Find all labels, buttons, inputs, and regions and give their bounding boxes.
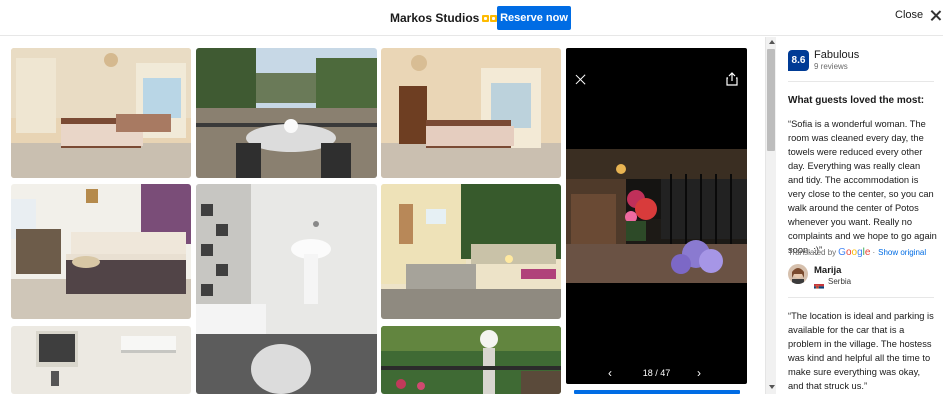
photo-balcony[interactable] [196,48,377,178]
reserve-now-button[interactable]: Reserve now [497,6,571,30]
translated-by-label: Translated by [788,248,837,257]
photo-bedroom-1[interactable] [11,48,191,178]
loved-heading: What guests loved the most: [788,95,925,106]
top-bar: Markos Studios Reserve now Close [0,0,943,36]
photo-entrance[interactable] [381,184,561,319]
review-quote: “Sofia is a wonderful woman. The room wa… [788,119,937,255]
photo-viewer: ‹ 18 / 47 › [566,48,747,384]
divider [788,81,934,82]
photo-bedroom-2[interactable] [381,48,561,178]
score-word: Fabulous [814,49,860,61]
review-panel: 8.6 Fabulous 9 reviews What guests loved… [778,37,943,400]
review-count[interactable]: 9 reviews [814,62,848,71]
score-badge: 8.6 [788,50,809,71]
scroll-thumb[interactable] [767,49,775,151]
photo-counter: 18 / 47 [642,368,671,378]
property-name: Markos Studios [390,11,480,25]
photo-bedroom-3[interactable] [11,184,191,319]
photo-garden[interactable] [381,326,561,394]
next-photo-chevron-icon[interactable]: › [697,366,701,380]
star-icon [482,14,490,22]
photo-bathroom[interactable] [196,184,377,394]
close-label: Close [895,9,924,21]
viewer-main-photo [566,149,747,283]
previous-photo-chevron-icon[interactable]: ‹ [608,366,612,380]
close-viewer-icon[interactable] [576,75,586,85]
reviewer-name: Marija [814,265,842,276]
scroll-up-arrow-icon[interactable] [769,40,775,44]
show-original-link[interactable]: Show original [878,248,926,257]
reviewer-country: Serbia [828,277,852,286]
divider [788,297,934,298]
reviewer-avatar [788,264,808,284]
review-quote: “The location is ideal and parking is av… [788,311,934,391]
scroll-down-arrow-icon[interactable] [769,385,775,389]
google-logo: Google [838,247,871,258]
close-icon [930,10,941,21]
translation-note: Translated by Google · Show original [788,247,927,258]
viewer-progress-bar [574,390,740,394]
photo-tv-room[interactable] [11,326,191,394]
serbia-flag-icon [814,278,824,291]
close-button[interactable]: Close [895,9,941,21]
viewer-nav: ‹ 18 / 47 › [566,366,747,380]
property-title-group: Markos Studios [390,11,506,25]
gallery-scrollbar[interactable] [765,37,776,394]
share-icon[interactable] [726,72,738,86]
